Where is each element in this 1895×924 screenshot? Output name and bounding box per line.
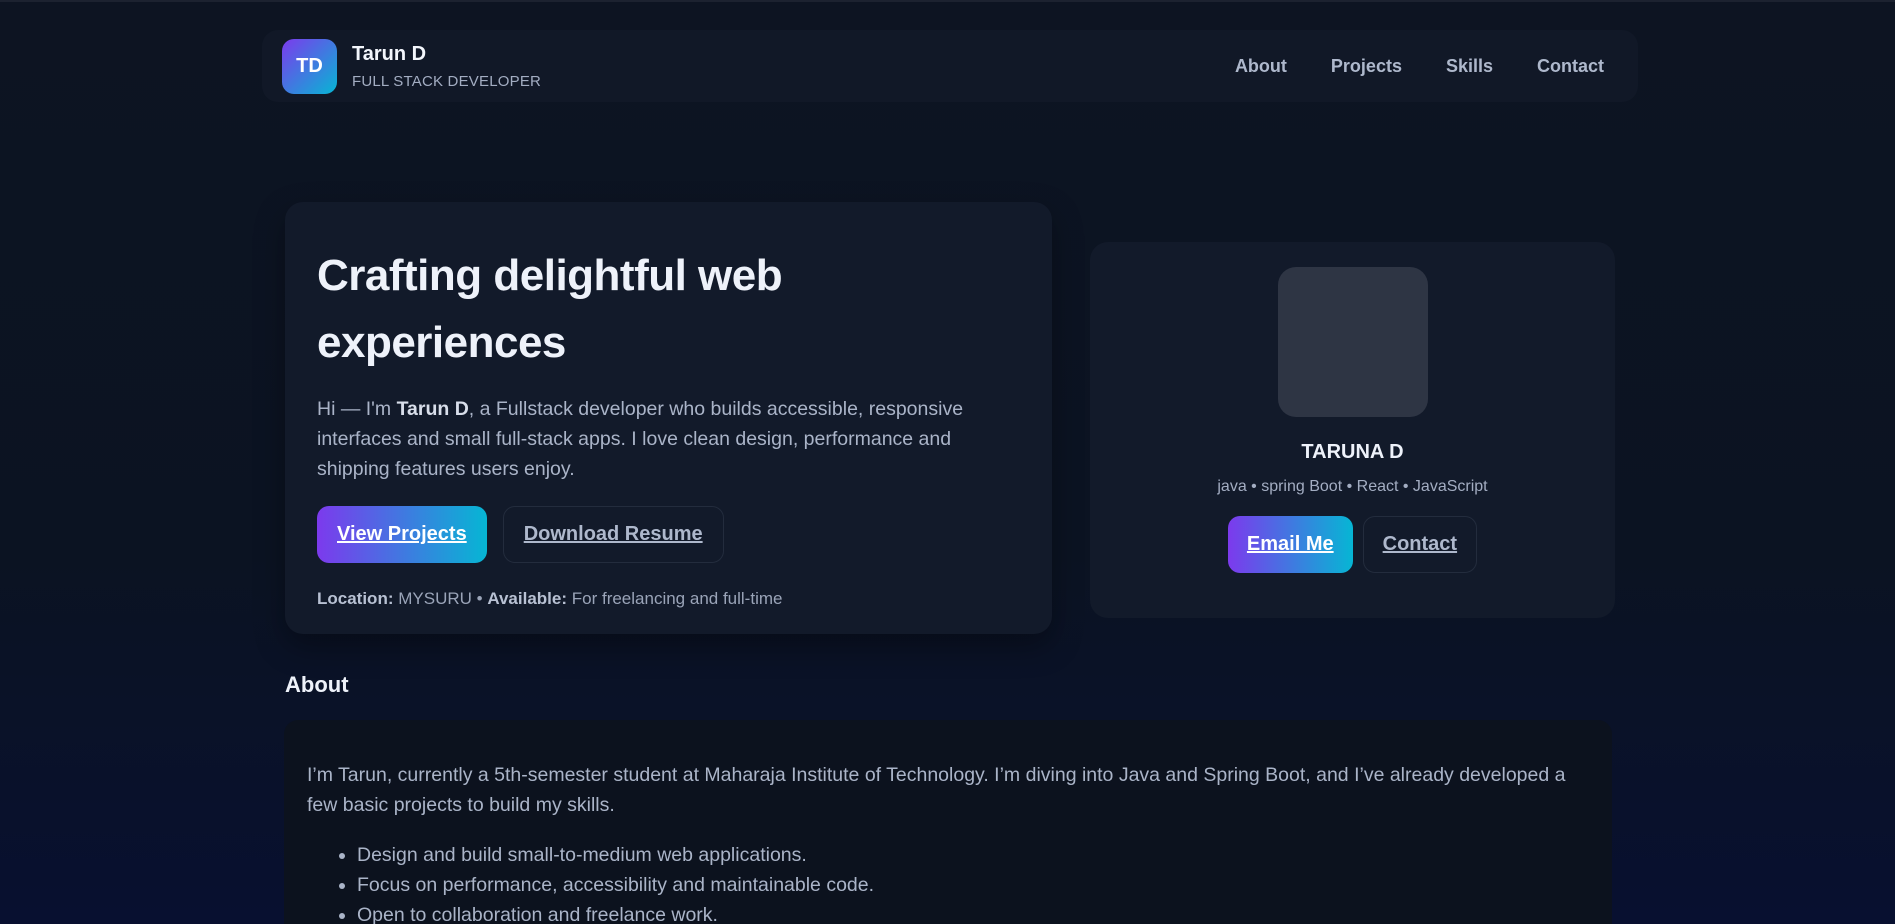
profile-name: TARUNA D (1301, 441, 1404, 463)
list-item: Open to collaboration and freelance work… (357, 900, 1589, 924)
about-list: Design and build small-to-medium web app… (307, 840, 1589, 924)
hero-meta: Location: MYSURU • Available: For freela… (317, 589, 1020, 609)
profile-skills: java • spring Boot • React • JavaScript (1217, 478, 1488, 495)
intro-name: Tarun D (396, 398, 469, 420)
about-text: I’m Tarun, currently a 5th-semester stud… (307, 764, 1566, 816)
brand-name: Tarun D (352, 42, 427, 65)
site-header: TD Tarun D FULL STACK DEVELOPER About Pr… (262, 30, 1638, 102)
main-nav: About Projects Skills Contact (1235, 56, 1618, 77)
location-label: Location: (317, 589, 394, 608)
nav-projects-link[interactable]: Projects (1331, 56, 1402, 77)
hero-card: Crafting delightful web experiences Hi —… (285, 202, 1052, 634)
avatar (1277, 267, 1428, 417)
page: TD Tarun D FULL STACK DEVELOPER About Pr… (0, 0, 1895, 924)
download-resume-button[interactable]: Download Resume (502, 506, 724, 563)
nav-skills-link[interactable]: Skills (1446, 56, 1493, 77)
logo-badge[interactable]: TD (282, 38, 337, 94)
hero-title: Crafting delightful web experiences (317, 251, 783, 367)
available-value: For freelancing and full-time (571, 589, 783, 608)
brand-subtitle: FULL STACK DEVELOPER (352, 72, 542, 90)
profile-card: TARUNA D java • spring Boot • React • Ja… (1090, 242, 1615, 618)
hero-intro: Hi — I'm Tarun D, a Fullstack developer … (317, 394, 1020, 484)
available-label: Available: (487, 589, 568, 608)
profile-buttons: Email Me Contact (1227, 516, 1478, 573)
top-border (0, 0, 1895, 2)
nav-contact-link[interactable]: Contact (1537, 56, 1604, 77)
brand: Tarun D FULL STACK DEVELOPER (352, 43, 541, 90)
intro-prefix: Hi — I'm (317, 398, 397, 420)
list-item: Design and build small-to-medium web app… (357, 840, 1589, 870)
list-item: Focus on performance, accessibility and … (357, 870, 1589, 900)
hero-buttons: View Projects Download Resume (317, 506, 1020, 563)
about-heading: About (285, 672, 349, 697)
email-me-button[interactable]: Email Me (1227, 516, 1353, 573)
view-projects-button[interactable]: View Projects (317, 506, 487, 563)
contact-button[interactable]: Contact (1362, 516, 1478, 573)
meta-separator: • (476, 589, 483, 608)
location-value: MYSURU (398, 589, 472, 608)
nav-about-link[interactable]: About (1235, 56, 1287, 77)
about-card: I’m Tarun, currently a 5th-semester stud… (284, 720, 1612, 924)
